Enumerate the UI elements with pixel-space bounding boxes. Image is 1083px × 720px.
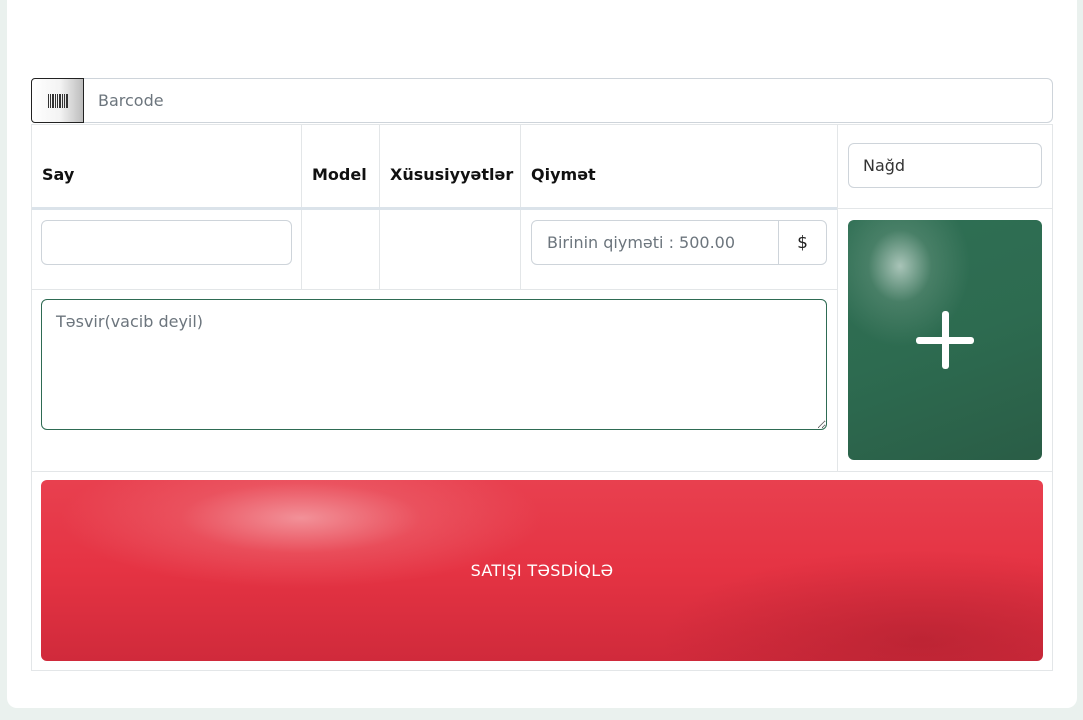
plus-icon (916, 311, 974, 369)
price-input[interactable] (532, 221, 778, 264)
barcode-input[interactable] (84, 79, 1052, 122)
barcode-input-group (31, 78, 1053, 123)
header-divider (32, 207, 837, 210)
price-input-group: $ (531, 220, 827, 265)
header-features: Xüsusiyyətlər (390, 165, 514, 184)
barcode-button[interactable] (31, 78, 84, 123)
row-divider (32, 289, 837, 290)
barcode-icon (47, 93, 68, 108)
confirm-sale-label: SATIŞI TƏSDİQLƏ (470, 561, 614, 580)
confirm-sale-button[interactable]: SATIŞI TƏSDİQLƏ (41, 480, 1043, 661)
row-divider (32, 471, 1053, 472)
row-divider (837, 208, 1053, 209)
description-textarea[interactable] (41, 299, 827, 430)
quantity-input[interactable] (41, 220, 292, 265)
header-price: Qiymət (531, 165, 596, 184)
payment-type-select[interactable]: Nağd (848, 143, 1042, 188)
header-say: Say (42, 165, 75, 184)
payment-type-value: Nağd (863, 156, 906, 175)
sale-table: Say Model Xüsusiyyətlər Qiymət Nağd $ SA… (31, 124, 1053, 671)
col-divider (837, 125, 838, 471)
currency-addon: $ (778, 221, 826, 264)
header-model: Model (312, 165, 367, 184)
add-item-button[interactable] (848, 220, 1042, 460)
